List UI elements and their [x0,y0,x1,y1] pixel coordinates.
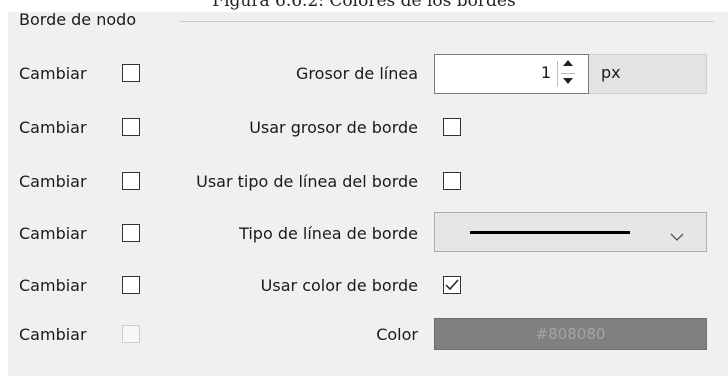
change-label: Cambiar [19,224,87,243]
spin-up-icon[interactable] [563,60,573,66]
spin-divider [561,73,575,74]
use-border-color-checkbox[interactable] [443,276,461,294]
use-border-width-checkbox[interactable] [443,118,461,136]
change-label: Cambiar [19,325,87,344]
field-label-use-border-line-type: Usar tipo de línea del borde [196,172,418,191]
group-title: Borde de nodo [19,10,137,29]
change-label: Cambiar [19,276,87,295]
field-label-line-width: Grosor de línea [296,64,418,83]
use-border-line-type-checkbox[interactable] [443,172,461,190]
change-label: Cambiar [19,118,87,137]
change-label: Cambiar [19,172,87,191]
solid-line-preview [470,231,630,234]
field-label-border-line-type: Tipo de línea de borde [239,224,418,243]
spin-down-icon[interactable] [563,78,573,84]
group-divider [180,21,714,22]
change-label: Cambiar [19,64,87,83]
field-label-use-border-color: Usar color de borde [260,276,418,295]
chevron-down-icon[interactable] [670,227,684,246]
line-width-value: 1 [540,63,551,82]
field-label-color: Color [376,325,418,344]
spin-separator [557,61,558,87]
field-label-use-border-width: Usar grosor de borde [249,118,418,137]
color-value: #808080 [535,325,606,343]
unit-label: px [601,63,621,82]
checkmark-icon [445,279,459,291]
